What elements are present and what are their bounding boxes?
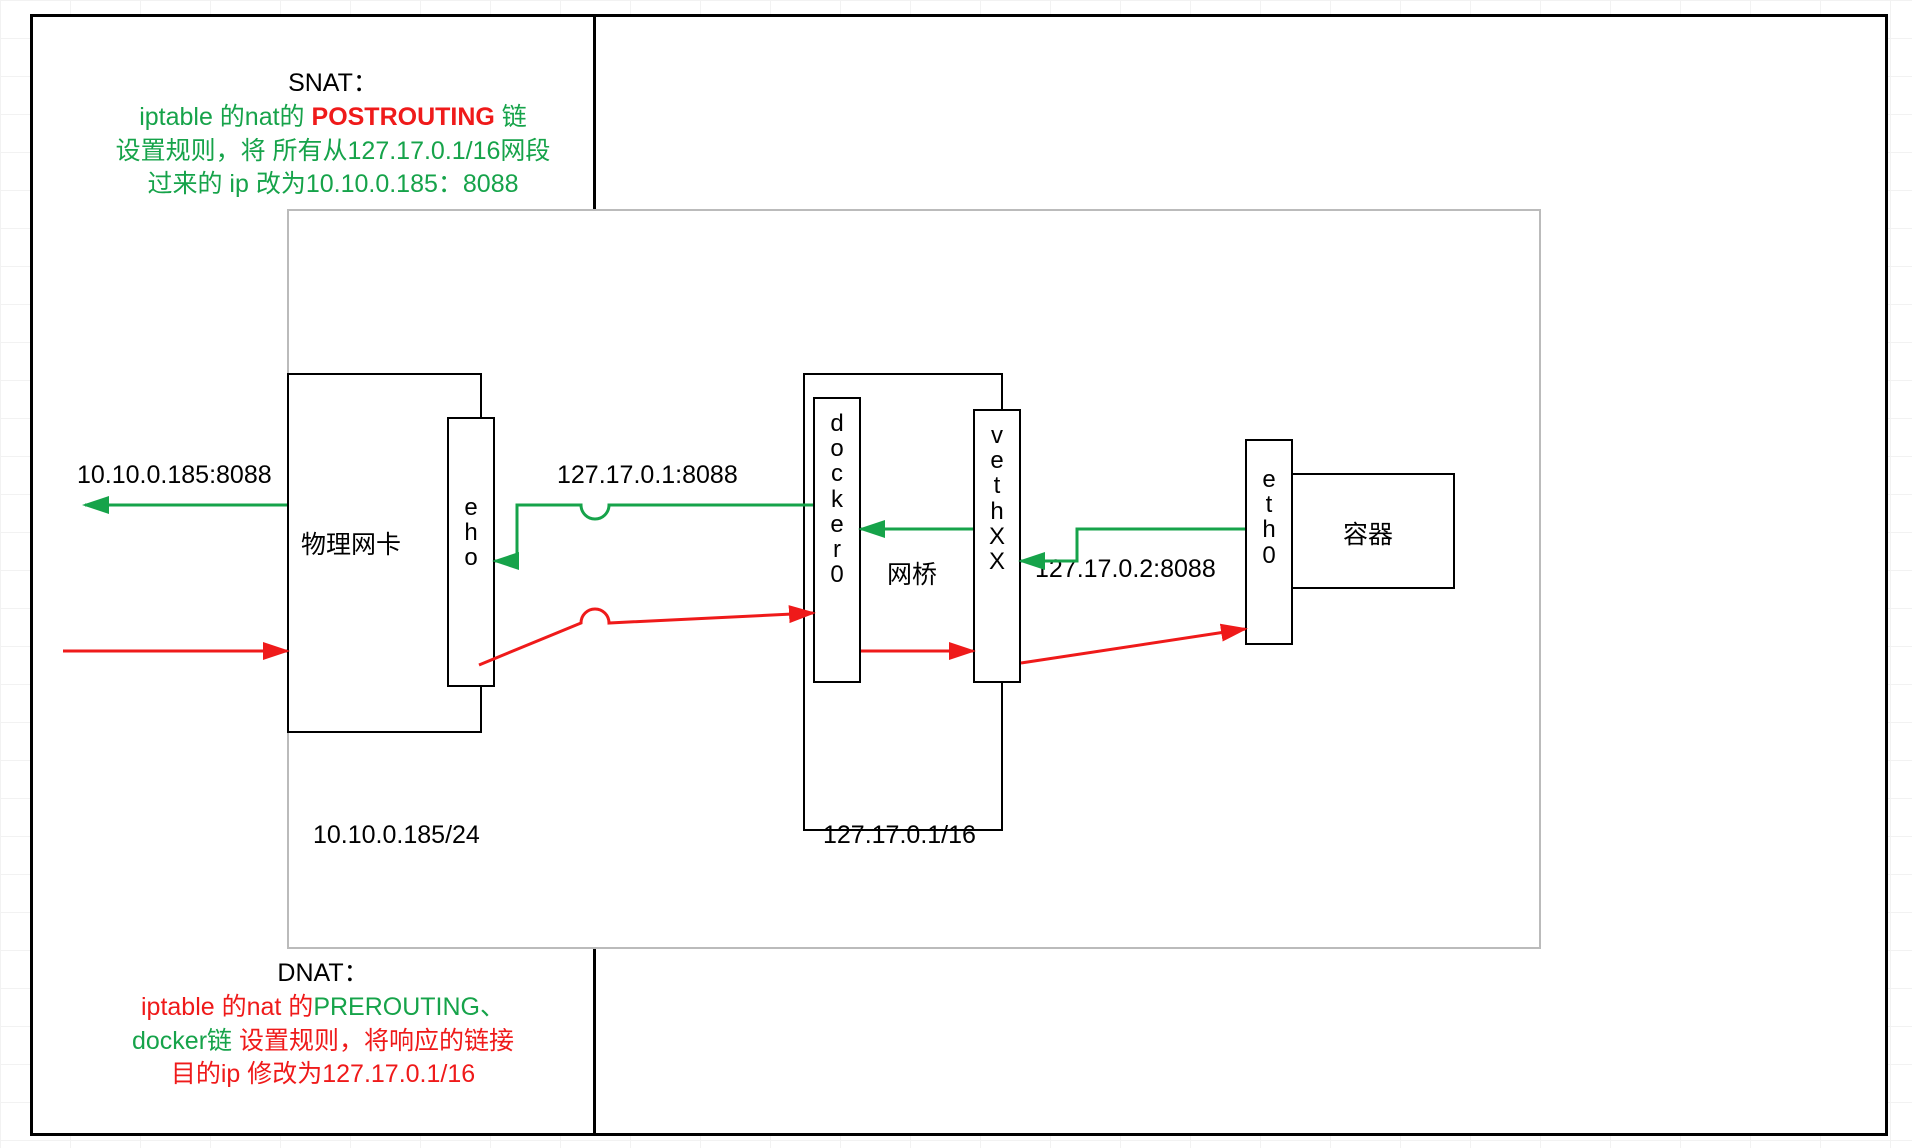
- ip-mid-label: 127.17.0.1:8088: [557, 461, 738, 490]
- physical-nic-label: 物理网卡: [301, 525, 401, 561]
- dnat-line1a: iptable 的nat 的: [141, 993, 313, 1021]
- snat-line1: iptable 的nat的 POSTROUTING 链: [113, 101, 553, 135]
- dnat-line2a: docker链: [132, 1027, 232, 1055]
- diagram-frame: SNAT： iptable 的nat的 POSTROUTING 链 设置规则，将…: [30, 14, 1888, 1136]
- container-label: 容器: [1343, 515, 1393, 551]
- dnat-line2b: 设置规则，将响应的链接: [232, 1027, 514, 1055]
- bridge-label: 网桥: [887, 555, 937, 591]
- dnat-line1b: PREROUTING、: [313, 993, 505, 1021]
- vethxx-vertical-text: vethXX: [973, 423, 1021, 574]
- snat-title: SNAT：: [113, 67, 553, 101]
- ip-left-label: 10.10.0.185:8088: [77, 461, 272, 490]
- ip-right-label: 127.17.0.2:8088: [1035, 555, 1216, 584]
- snat-line3: 过来的 ip 改为10.10.0.185：8088: [113, 168, 553, 202]
- dnat-line3: 目的ip 修改为127.17.0.1/16: [103, 1058, 543, 1092]
- dnat-line1: iptable 的nat 的PREROUTING、: [103, 991, 543, 1025]
- eho-vertical-text: eho: [447, 495, 495, 571]
- dnat-line2: docker链 设置规则，将响应的链接: [103, 1025, 543, 1059]
- snat-line1a: iptable 的nat的: [139, 103, 311, 131]
- bridge-subnet-label: 127.17.0.1/16: [823, 821, 976, 850]
- snat-line1c: 链: [495, 103, 527, 131]
- snat-line2: 设置规则，将 所有从127.17.0.1/16网段: [113, 135, 553, 169]
- nic-subnet-label: 10.10.0.185/24: [313, 821, 480, 850]
- eth0-vertical-text: eth0: [1245, 467, 1293, 568]
- dnat-title: DNAT：: [103, 957, 543, 991]
- docker0-vertical-text: docker0: [813, 411, 861, 587]
- dnat-text-block: DNAT： iptable 的nat 的PREROUTING、 docker链 …: [103, 957, 543, 1092]
- snat-line1b: POSTROUTING: [312, 103, 495, 131]
- snat-text-block: SNAT： iptable 的nat的 POSTROUTING 链 设置规则，将…: [113, 67, 553, 202]
